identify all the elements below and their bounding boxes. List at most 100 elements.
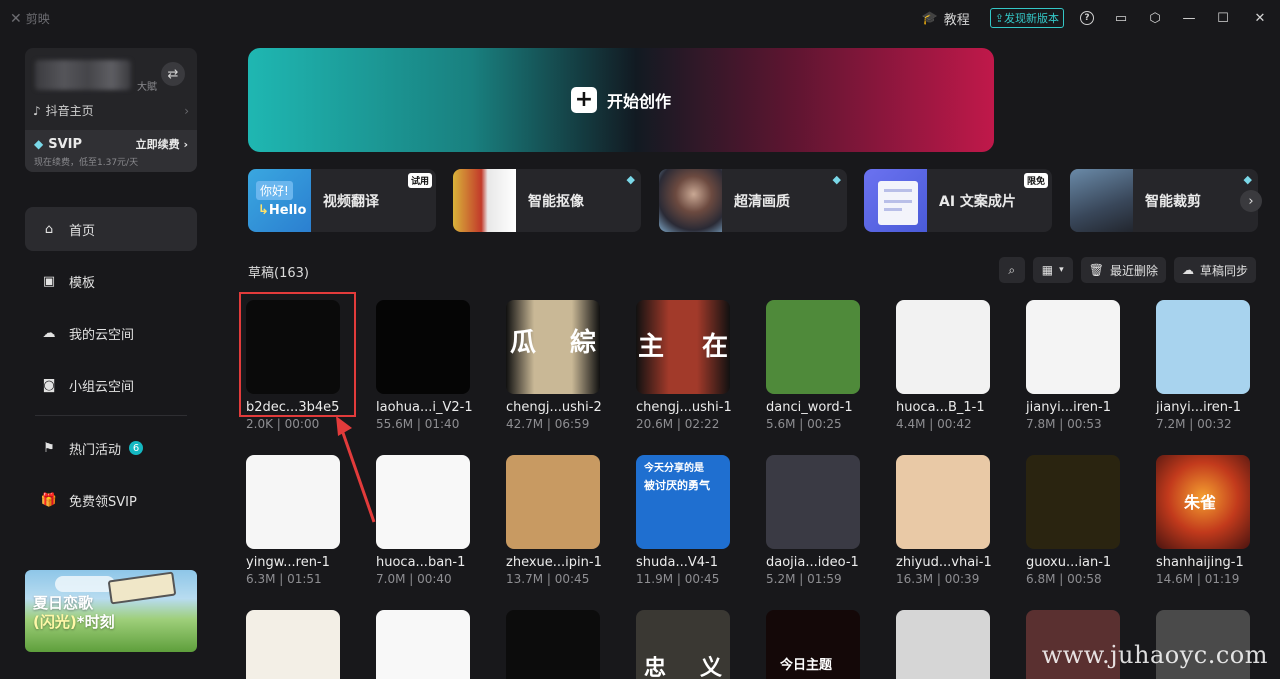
update-badge[interactable]: ⇪发现新版本 xyxy=(989,8,1064,28)
cloud-sync-icon: ☁ xyxy=(1181,263,1194,277)
tool-smart-crop[interactable]: 智能裁剪 ◆ xyxy=(1070,169,1258,232)
draft-meta: 5.2M | 01:59 xyxy=(766,572,842,586)
view-toggle-button[interactable]: ▦ ▾ xyxy=(1032,257,1073,283)
tool-hd-quality[interactable]: 超清画质 ◆ xyxy=(659,169,847,232)
sidebar-item-label: 小组云空间 xyxy=(69,379,135,395)
sidebar-item-free-svip[interactable]: 🎁 免费领SVIP xyxy=(25,478,197,522)
cloud-icon: ☁ xyxy=(42,325,56,341)
close-icon: ✕ xyxy=(1254,10,1266,26)
smart-cutout-thumb xyxy=(453,169,516,232)
tool-smart-cutout[interactable]: 智能抠像 ◆ xyxy=(453,169,641,232)
draft-card[interactable]: 瓜綜 chengj...ushi-2 42.7M | 06:59 xyxy=(506,300,602,431)
douyin-home-link[interactable]: ♪ 抖音主页 › xyxy=(33,102,189,119)
title-bar: ✕ 剪映 🎓 教程 ⇪发现新版本 ? ▭ ⬡ — ☐ ✕ xyxy=(0,0,1280,36)
close-button[interactable]: ✕ xyxy=(1240,0,1280,36)
draft-card[interactable]: yingw...ren-1 6.3M | 01:51 xyxy=(246,455,342,586)
draft-card[interactable]: guoxu...ian-1 6.8M | 00:58 xyxy=(1026,455,1122,586)
sidebar-item-label: 首页 xyxy=(69,223,96,239)
recent-delete-button[interactable]: 🗑 最近删除 xyxy=(1080,257,1166,283)
draft-card[interactable] xyxy=(376,610,472,679)
sidebar-item-group-cloud[interactable]: ◙ 小组云空间 xyxy=(25,363,197,407)
draft-thumbnail: 瓜綜 xyxy=(506,300,600,394)
thumb-text-hello: Hello xyxy=(268,203,307,218)
document-icon xyxy=(878,181,918,225)
ai-script-thumb xyxy=(864,169,927,232)
help-button[interactable]: ? xyxy=(1070,0,1104,36)
tutorial-button[interactable]: 🎓 教程 xyxy=(912,0,984,36)
draft-name: daojia...ideo-1 xyxy=(766,555,859,570)
draft-card[interactable]: 今日主题 xyxy=(766,610,862,679)
draft-card[interactable]: huoca...B_1-1 4.4M | 00:42 xyxy=(896,300,992,431)
draft-name: shuda...V4-1 xyxy=(636,555,718,570)
draft-card[interactable]: daojia...ideo-1 5.2M | 01:59 xyxy=(766,455,862,586)
draft-thumbnail xyxy=(766,455,860,549)
draft-thumbnail xyxy=(376,300,470,394)
draft-card[interactable]: danci_word-1 5.6M | 00:25 xyxy=(766,300,862,431)
events-count-badge: 6 xyxy=(129,441,144,455)
app-name: 剪映 xyxy=(25,12,50,26)
maximize-icon: ☐ xyxy=(1217,10,1229,26)
draft-card[interactable]: jianyi...iren-1 7.8M | 00:53 xyxy=(1026,300,1122,431)
draft-card[interactable]: huoca...ban-1 7.0M | 00:40 xyxy=(376,455,472,586)
draft-thumbnail xyxy=(1156,300,1250,394)
nav-divider xyxy=(35,415,187,416)
promo-banner[interactable]: 夏日恋歌 (闪光)*时刻 xyxy=(25,570,197,652)
gear-icon: ⬡ xyxy=(1149,10,1161,26)
tool-label: AI 文案成片 xyxy=(939,194,1016,210)
feedback-button[interactable]: ▭ xyxy=(1104,0,1138,36)
tool-ai-script-video[interactable]: AI 文案成片 限免 xyxy=(864,169,1052,232)
draft-card[interactable] xyxy=(506,610,602,679)
settings-button[interactable]: ⬡ xyxy=(1138,0,1172,36)
sidebar-nav: ⌂ 首页 ▣ 模板 ☁ 我的云空间 ◙ 小组云空间 ⚑ 热门活动 6 🎁 免费领… xyxy=(25,207,197,530)
promo-title: 夏日恋歌 (闪光)*时刻 xyxy=(33,594,115,632)
renew-button[interactable]: 立即续费 › xyxy=(136,136,188,152)
draft-card[interactable]: laohua...i_V2-1 55.6M | 01:40 xyxy=(376,300,473,431)
thumbnail-text: 朱雀 xyxy=(1184,493,1217,512)
avatar[interactable] xyxy=(35,60,131,90)
draft-thumbnail xyxy=(1026,455,1120,549)
svip-panel[interactable]: ◆ SVIP 立即续费 › 现在续费，低至1.37元/天 xyxy=(25,130,197,172)
group-cloud-icon: ◙ xyxy=(42,377,56,393)
sidebar-item-template[interactable]: ▣ 模板 xyxy=(25,259,197,303)
draft-card[interactable]: 朱雀 shanhaijing-1 14.6M | 01:19 xyxy=(1156,455,1252,586)
draft-thumbnail: 朱雀 xyxy=(1156,455,1250,549)
recent-delete-label: 最近删除 xyxy=(1109,263,1158,278)
draft-meta: 16.3M | 00:39 xyxy=(896,572,980,586)
start-creation-label: 开始创作 xyxy=(606,92,671,111)
draft-name: huoca...B_1-1 xyxy=(896,400,985,415)
tool-video-translate[interactable]: 你好! ↳Hello 视频翻译 试用 xyxy=(248,169,436,232)
draft-thumbnail: 今天分享的是 被讨厌的勇气 xyxy=(636,455,730,549)
diamond-icon: ◆ xyxy=(34,137,44,151)
tools-next-button[interactable]: › xyxy=(1240,190,1262,212)
sidebar-item-label: 免费领SVIP xyxy=(69,494,137,510)
hd-quality-thumb xyxy=(659,169,722,232)
sidebar-item-my-cloud[interactable]: ☁ 我的云空间 xyxy=(25,311,197,355)
draft-sync-button[interactable]: ☁ 草稿同步 xyxy=(1173,257,1256,283)
thumbnail-text: 綜 xyxy=(569,328,596,358)
draft-meta: 7.0M | 00:40 xyxy=(376,572,452,586)
draft-card[interactable]: zhexue...ipin-1 13.7M | 00:45 xyxy=(506,455,602,586)
sidebar-item-home[interactable]: ⌂ 首页 xyxy=(25,207,197,251)
maximize-button[interactable]: ☐ xyxy=(1206,0,1240,36)
search-button[interactable]: ⌕ xyxy=(998,257,1025,283)
draft-name: zhexue...ipin-1 xyxy=(506,555,602,570)
draft-card[interactable]: zhiyud...vhai-1 16.3M | 00:39 xyxy=(896,455,992,586)
update-label: 发现新版本 xyxy=(1004,12,1059,25)
diamond-icon: ◆ xyxy=(832,173,841,186)
draft-card[interactable]: 今天分享的是 被讨厌的勇气 shuda...V4-1 11.9M | 00:45 xyxy=(636,455,732,586)
switch-account-button[interactable]: ⇄ xyxy=(161,62,185,86)
draft-thumbnail: 主在 xyxy=(636,300,730,394)
draft-card[interactable]: 忠义 xyxy=(636,610,732,679)
draft-thumbnail xyxy=(506,610,600,679)
draft-card[interactable] xyxy=(896,610,992,679)
draft-card[interactable] xyxy=(246,610,342,679)
sidebar-item-label: 热门活动 xyxy=(69,442,122,458)
sidebar-item-events[interactable]: ⚑ 热门活动 6 xyxy=(25,426,197,470)
thumbnail-text: 瓜 xyxy=(510,328,537,358)
draft-card[interactable]: 主在 chengj...ushi-1 20.6M | 02:22 xyxy=(636,300,732,431)
draft-card[interactable]: jianyi...iren-1 7.2M | 00:32 xyxy=(1156,300,1252,431)
start-creation-button[interactable]: + 开始创作 xyxy=(248,48,994,152)
template-icon: ▣ xyxy=(42,273,56,289)
minimize-button[interactable]: — xyxy=(1172,0,1206,36)
draft-toolbar: ⌕ ▦ ▾ 🗑 最近删除 ☁ 草稿同步 xyxy=(998,257,1256,283)
